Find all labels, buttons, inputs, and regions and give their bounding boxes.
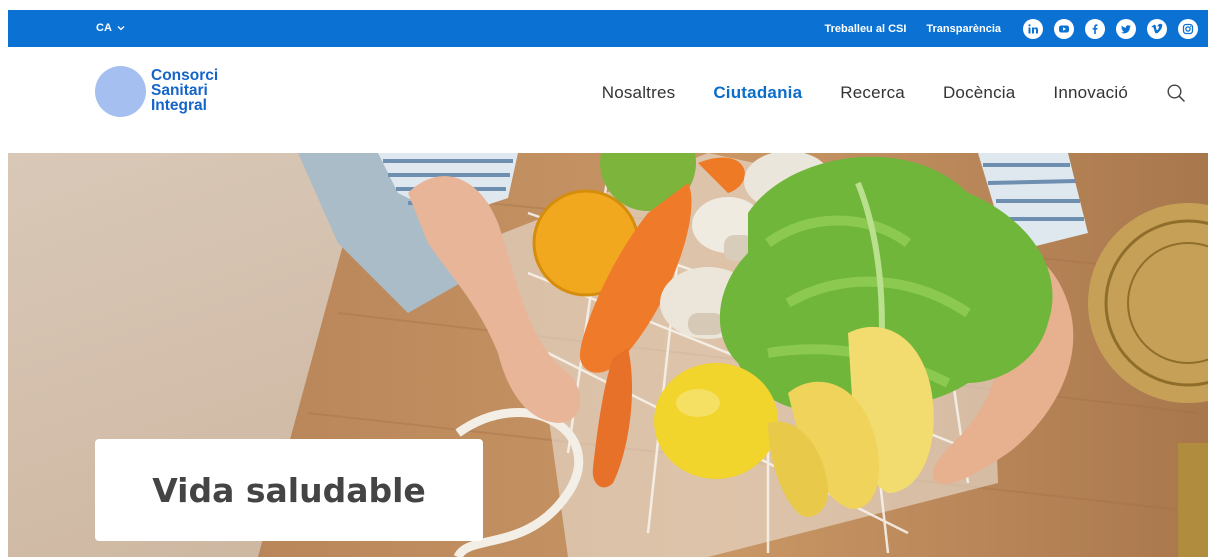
language-label: CA — [96, 22, 112, 34]
chevron-down-icon — [117, 26, 125, 31]
transparency-link[interactable]: Transparència — [926, 23, 1001, 35]
vimeo-icon[interactable] — [1147, 18, 1167, 39]
logo-line-1: Consorci — [151, 67, 219, 84]
facebook-icon[interactable] — [1085, 18, 1105, 39]
linkedin-icon[interactable] — [1023, 18, 1043, 39]
youtube-icon[interactable] — [1054, 18, 1074, 39]
nav-item-nosaltres[interactable]: Nosaltres — [602, 83, 676, 103]
twitter-icon[interactable] — [1116, 18, 1136, 39]
hero-banner: Vida saludable — [8, 153, 1208, 557]
search-icon[interactable] — [1166, 83, 1186, 103]
social-links — [1023, 18, 1198, 39]
page-frame: CA Treballeu al CSI Transparència Consor… — [8, 10, 1208, 557]
instagram-icon[interactable] — [1178, 18, 1198, 39]
main-nav: Nosaltres Ciutadania Recerca Docència In… — [564, 83, 1186, 103]
logo-text: Consorci Sanitari Integral — [151, 67, 219, 114]
logo-line-2: Sanitari — [151, 82, 208, 99]
hero-title: Vida saludable — [152, 470, 426, 510]
site-logo[interactable]: Consorci Sanitari Integral — [95, 66, 218, 117]
language-selector[interactable]: CA — [96, 22, 125, 34]
nav-item-docencia[interactable]: Docència — [943, 83, 1015, 103]
logo-circle-icon — [95, 66, 146, 117]
nav-item-recerca[interactable]: Recerca — [840, 83, 905, 103]
main-header: Consorci Sanitari Integral Nosaltres Ciu… — [8, 47, 1208, 153]
top-utility-bar: CA Treballeu al CSI Transparència — [8, 10, 1208, 47]
nav-item-innovacio[interactable]: Innovació — [1053, 83, 1128, 103]
work-with-us-link[interactable]: Treballeu al CSI — [824, 23, 906, 35]
hero-title-card: Vida saludable — [95, 439, 483, 541]
logo-line-3: Integral — [151, 97, 207, 114]
nav-item-ciutadania[interactable]: Ciutadania — [713, 83, 802, 103]
